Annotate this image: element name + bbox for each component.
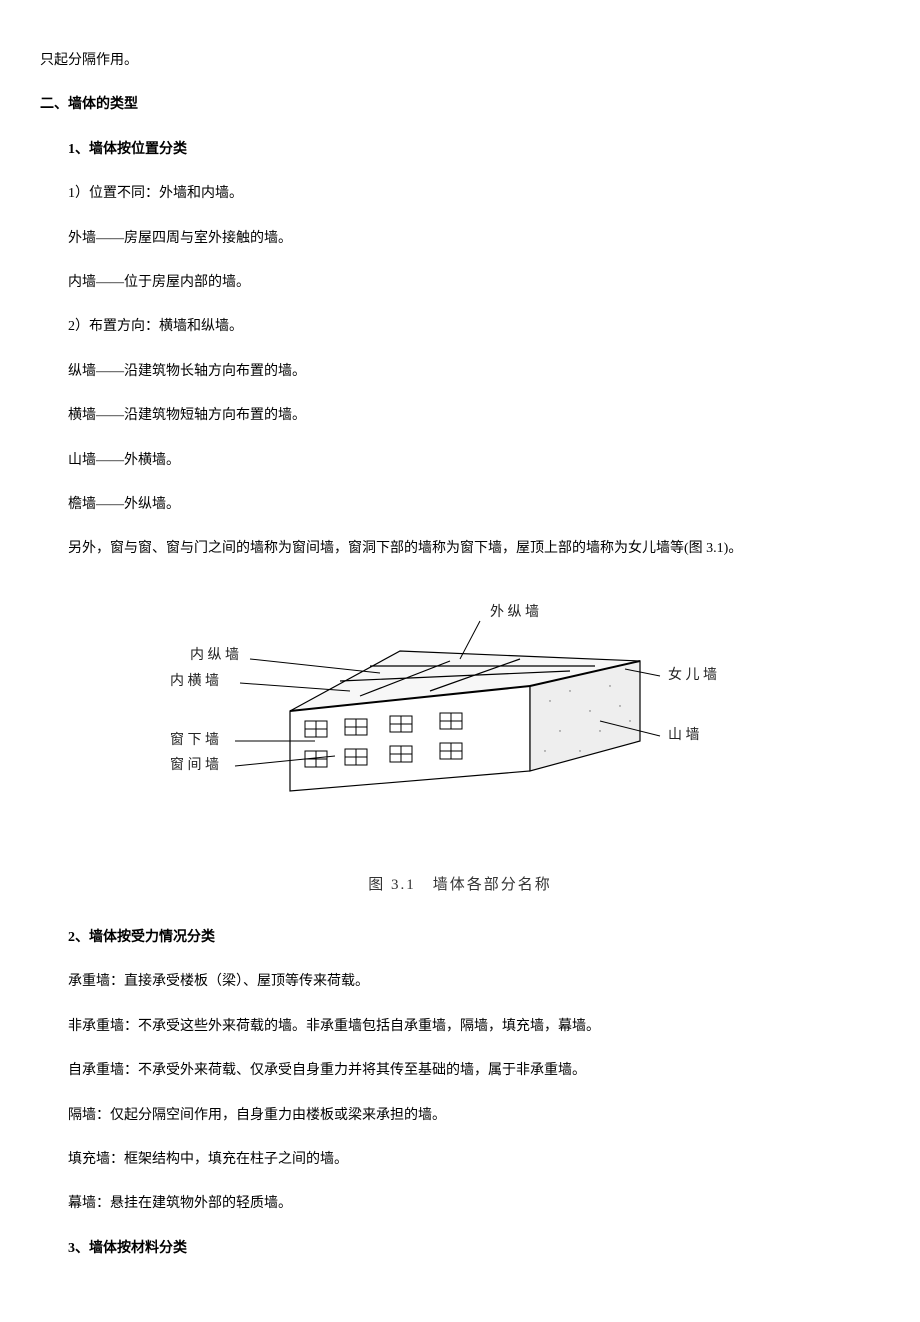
- label-neiheng: 内 横 墙: [170, 673, 219, 689]
- body-text: 隔墙：仅起分隔空间作用，自身重力由楼板或梁来承担的墙。: [68, 1105, 880, 1127]
- figure-3-1: 内 纵 墙 内 横 墙 窗 下 墙 窗 间 墙 外 纵 墙 女 儿 墙 山 墙 …: [40, 591, 880, 897]
- body-text: 填充墙：框架结构中，填充在柱子之间的墙。: [68, 1149, 880, 1171]
- body-text: 自承重墙：不承受外来荷载、仅承受自身重力并将其传至基础的墙，属于非承重墙。: [68, 1060, 880, 1082]
- subsection-2-title: 2、墙体按受力情况分类: [68, 927, 880, 949]
- body-text: 山墙——外横墙。: [68, 450, 880, 472]
- body-text: 横墙——沿建筑物短轴方向布置的墙。: [68, 405, 880, 427]
- wall-diagram-svg: 内 纵 墙 内 横 墙 窗 下 墙 窗 间 墙 外 纵 墙 女 儿 墙 山 墙: [140, 591, 780, 851]
- figure-caption: 图 3.1 墙体各部分名称: [40, 873, 880, 897]
- body-text: 另外，窗与窗、窗与门之间的墙称为窗间墙，窗洞下部的墙称为窗下墙，屋顶上部的墙称为…: [68, 538, 880, 560]
- label-waizong: 外 纵 墙: [490, 604, 539, 620]
- subsection-1-title: 1、墙体按位置分类: [68, 139, 880, 161]
- continuation-text: 只起分隔作用。: [40, 50, 880, 72]
- label-shan: 山 墙: [668, 727, 700, 743]
- label-neizong: 内 纵 墙: [190, 647, 239, 663]
- body-text: 纵墙——沿建筑物长轴方向布置的墙。: [68, 361, 880, 383]
- body-text: 承重墙：直接承受楼板（梁）、屋顶等传来荷载。: [68, 971, 880, 993]
- body-text: 2）布置方向：横墙和纵墙。: [68, 316, 880, 338]
- body-text: 幕墙：悬挂在建筑物外部的轻质墙。: [68, 1193, 880, 1215]
- subsection-3-title: 3、墙体按材料分类: [68, 1238, 880, 1260]
- body-text: 外墙——房屋四周与室外接触的墙。: [68, 228, 880, 250]
- body-text: 内墙——位于房屋内部的墙。: [68, 272, 880, 294]
- label-nver: 女 儿 墙: [668, 666, 717, 683]
- label-chuangjian: 窗 间 墙: [170, 756, 219, 773]
- label-chuangxia: 窗 下 墙: [170, 731, 219, 748]
- body-text: 非承重墙：不承受这些外来荷载的墙。非承重墙包括自承重墙，隔墙，填充墙，幕墙。: [68, 1016, 880, 1038]
- body-text: 1）位置不同：外墙和内墙。: [68, 183, 880, 205]
- section-2-heading: 二、墙体的类型: [40, 94, 880, 116]
- body-text: 檐墙——外纵墙。: [68, 494, 880, 516]
